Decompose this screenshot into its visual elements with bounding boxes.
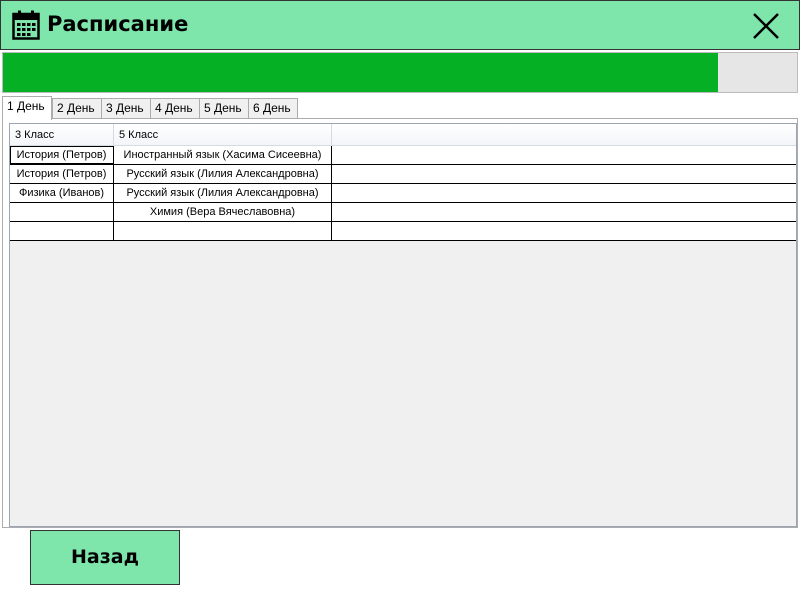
progress-bar (2, 52, 798, 93)
column-header-filler (332, 124, 796, 146)
table-row[interactable]: История (Петров) Русский язык (Лилия Але… (10, 165, 796, 184)
table-cell[interactable] (332, 222, 796, 240)
tab-day-6[interactable]: 6 День (248, 98, 298, 119)
table-cell[interactable]: Иностранный язык (Хасима Сисеевна) (114, 146, 332, 164)
table-row[interactable]: Физика (Иванов) Русский язык (Лилия Алек… (10, 184, 796, 203)
grid-header: 3 Класс 5 Класс (10, 124, 796, 146)
day-tabs: 1 День 2 День 3 День 4 День 5 День 6 Ден… (2, 96, 798, 120)
table-row[interactable] (10, 222, 796, 241)
table-cell[interactable]: Химия (Вера Вячеславовна) (114, 203, 332, 221)
table-cell[interactable]: Физика (Иванов) (10, 184, 114, 202)
table-cell[interactable]: Русский язык (Лилия Александровна) (114, 165, 332, 183)
window-title: Расписание (47, 12, 189, 36)
tab-content: 3 Класс 5 Класс История (Петров) Иностра… (2, 118, 798, 528)
table-row[interactable]: История (Петров) Иностранный язык (Хасим… (10, 146, 796, 165)
close-icon[interactable] (747, 7, 785, 45)
schedule-grid[interactable]: 3 Класс 5 Класс История (Петров) Иностра… (9, 123, 797, 527)
calendar-icon (12, 10, 40, 40)
title-bar: Расписание (0, 0, 800, 50)
table-cell[interactable] (332, 184, 796, 202)
column-header-class-5[interactable]: 5 Класс (114, 124, 332, 146)
table-cell[interactable]: Русский язык (Лилия Александровна) (114, 184, 332, 202)
table-cell[interactable]: История (Петров) (10, 146, 114, 164)
tab-day-4[interactable]: 4 День (150, 98, 200, 119)
tab-day-5[interactable]: 5 День (199, 98, 249, 119)
tab-day-2[interactable]: 2 День (52, 98, 102, 119)
table-cell[interactable] (114, 222, 332, 240)
tab-day-1[interactable]: 1 День (2, 96, 52, 120)
back-button[interactable]: Назад (30, 530, 180, 585)
table-cell[interactable] (332, 203, 796, 221)
table-cell[interactable] (10, 203, 114, 221)
progress-fill (3, 53, 718, 92)
table-row[interactable]: Химия (Вера Вячеславовна) (10, 203, 796, 222)
tab-day-3[interactable]: 3 День (101, 98, 151, 119)
column-header-class-3[interactable]: 3 Класс (10, 124, 114, 146)
table-cell[interactable] (332, 146, 796, 164)
table-cell[interactable]: История (Петров) (10, 165, 114, 183)
schedule-window: Расписание 1 День 2 День 3 День 4 День 5… (0, 0, 800, 600)
table-cell[interactable] (10, 222, 114, 240)
table-cell[interactable] (332, 165, 796, 183)
